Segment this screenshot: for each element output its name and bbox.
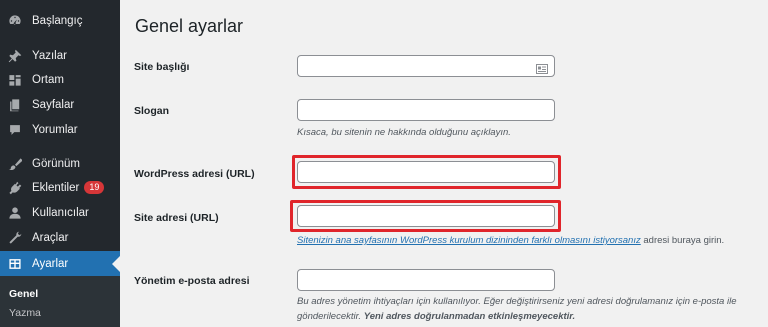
appearance-icon [8, 157, 22, 171]
pages-icon [8, 98, 22, 112]
admin-email-description-line1: Bu adres yönetim ihtiyaçları için kullan… [297, 296, 737, 307]
sidebar-item-label: Ortam [32, 73, 64, 86]
sidebar-item-label: Başlangıç [32, 14, 83, 27]
page-title: Genel ayarlar [135, 16, 244, 36]
admin-email-description-line2a: gönderilecektir. [297, 311, 364, 322]
sidebar-item-media[interactable]: Ortam [0, 67, 120, 92]
sidebar-item-label: Ayarlar [32, 257, 69, 270]
active-menu-arrow [112, 255, 120, 272]
tagline-input[interactable] [297, 99, 555, 121]
sidebar-item-label: Yazılar [32, 49, 67, 62]
sidebar-item-plugins[interactable]: Eklentiler 19 [0, 175, 120, 200]
sidebar-item-pages[interactable]: Sayfalar [0, 92, 120, 117]
tagline-label: Slogan [134, 105, 170, 117]
sidebar-item-label: Sayfalar [32, 98, 75, 111]
dashboard-icon [8, 14, 22, 28]
site-url-label: Site adresi (URL) [134, 212, 219, 224]
sidebar-item-posts[interactable]: Yazılar [0, 43, 120, 68]
comments-icon [8, 123, 22, 137]
media-icon [8, 73, 22, 87]
site-url-description-rest: adresi buraya girin. [640, 235, 725, 246]
wordpress-url-input[interactable] [297, 161, 555, 183]
sidebar-item-users[interactable]: Kullanıcılar [0, 200, 120, 225]
site-title-input[interactable] [297, 55, 555, 77]
sidebar-item-label: Yorumlar [32, 123, 78, 136]
sidebar-item-dashboard[interactable]: Başlangıç [0, 8, 120, 33]
sidebar-item-settings[interactable]: Ayarlar [0, 251, 120, 276]
contact-card-icon [536, 61, 548, 74]
settings-icon [8, 257, 22, 271]
pin-icon [8, 49, 22, 63]
sidebar-item-label: Araçlar [32, 231, 69, 244]
plugins-icon [8, 181, 22, 195]
wordpress-url-label: WordPress adresi (URL) [134, 168, 255, 180]
users-icon [8, 206, 22, 220]
submenu-item-writing[interactable]: Yazma [9, 307, 41, 319]
site-url-input[interactable] [297, 205, 555, 227]
admin-sidebar: Başlangıç Yazılar Ortam Sayfalar Yorumla… [0, 0, 120, 327]
site-title-label: Site başlığı [134, 61, 190, 73]
admin-email-description-line2: gönderilecektir. Yeni adres doğrulanmada… [297, 311, 575, 322]
tagline-description: Kısaca, bu sitenin ne hakkında olduğunu … [297, 127, 511, 138]
settings-content: Genel ayarlar Site başlığı Slogan Kısaca… [120, 0, 768, 327]
site-url-help-link[interactable]: Sitenizin ana sayfasının WordPress kurul… [297, 235, 641, 246]
tools-icon [8, 231, 22, 245]
sidebar-item-tools[interactable]: Araçlar [0, 225, 120, 250]
update-count-badge: 19 [84, 181, 105, 194]
site-url-description: Sitenizin ana sayfasının WordPress kurul… [297, 235, 724, 246]
sidebar-item-appearance[interactable]: Görünüm [0, 151, 120, 176]
sidebar-item-comments[interactable]: Yorumlar [0, 117, 120, 142]
sidebar-item-label: Görünüm [32, 157, 80, 170]
sidebar-item-label: Kullanıcılar [32, 206, 89, 219]
admin-email-input[interactable] [297, 269, 555, 291]
settings-submenu: Genel Yazma [0, 276, 120, 327]
admin-email-description-line2b: Yeni adres doğrulanmadan etkinleşmeyecek… [363, 311, 576, 322]
sidebar-item-label: Eklentiler [32, 181, 80, 194]
submenu-item-general[interactable]: Genel [9, 288, 38, 300]
admin-email-label: Yönetim e-posta adresi [134, 275, 250, 287]
